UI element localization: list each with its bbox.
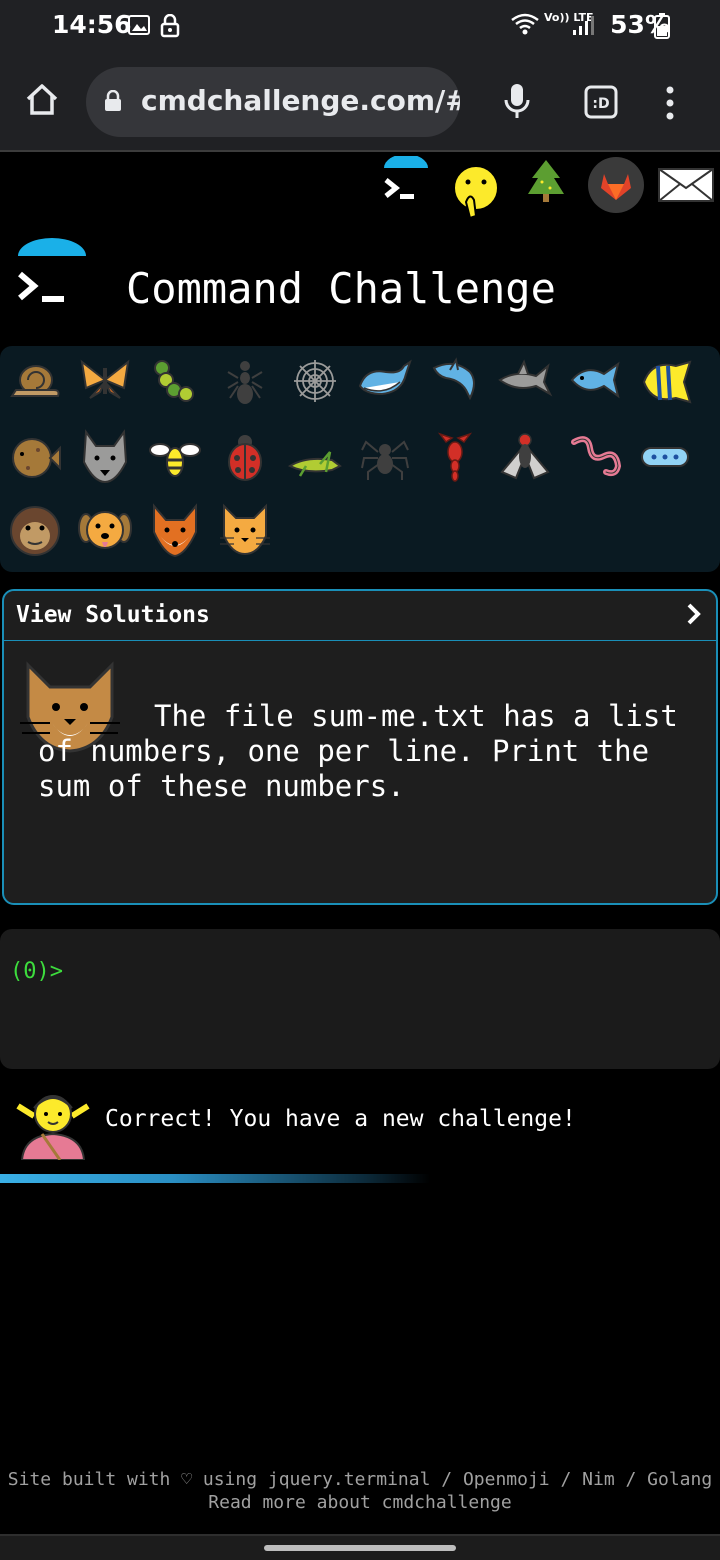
dog-icon[interactable] <box>76 502 134 560</box>
terminal[interactable]: (0)> <box>0 929 720 1069</box>
fish-icon[interactable] <box>566 352 624 410</box>
ladybug-icon[interactable] <box>216 428 274 486</box>
monkey-icon[interactable] <box>6 502 64 560</box>
status-bar: 14:56 Vo)) LTE 53% <box>0 0 720 54</box>
shushing-face-icon[interactable] <box>450 162 502 224</box>
system-nav-bar <box>0 1534 720 1560</box>
result-text: Correct! You have a new challenge! <box>105 1106 576 1132</box>
cricket-icon[interactable] <box>286 428 344 486</box>
fly-icon[interactable] <box>496 428 554 486</box>
lock-icon <box>104 89 122 116</box>
page-title: Command Challenge <box>126 264 556 313</box>
footer-credits[interactable]: Site built with ♡ using jquery.terminal … <box>0 1468 720 1491</box>
pufferfish-icon[interactable] <box>6 428 64 486</box>
spider-web-icon[interactable] <box>286 352 344 410</box>
page-header: Command Challenge <box>0 236 720 336</box>
cat-icon[interactable] <box>216 502 274 560</box>
gitlab-icon[interactable] <box>587 156 645 218</box>
header-links <box>0 154 720 230</box>
terminal-logo-icon[interactable] <box>378 154 434 216</box>
shark-icon[interactable] <box>496 352 554 410</box>
wolf-icon[interactable] <box>76 428 134 486</box>
signal-icon <box>572 14 594 40</box>
home-gesture-handle[interactable] <box>264 1545 456 1551</box>
tab-switcher-icon[interactable]: :D <box>584 85 618 123</box>
mic-icon[interactable] <box>502 82 532 124</box>
svg-text::D: :D <box>592 96 609 112</box>
challenge-description: The file sum-me.txt has a list of number… <box>38 699 678 803</box>
spider-icon[interactable] <box>356 428 414 486</box>
butterfly-icon[interactable] <box>76 352 134 410</box>
snail-icon[interactable] <box>6 352 64 410</box>
caterpillar-icon[interactable] <box>146 352 204 410</box>
wifi-icon <box>510 12 540 40</box>
footer: Site built with ♡ using jquery.terminal … <box>0 1468 720 1514</box>
dolphin-icon[interactable] <box>426 352 484 410</box>
challenge-grid <box>0 346 720 572</box>
ant-icon[interactable] <box>216 352 274 410</box>
tropical-fish-icon[interactable] <box>636 352 694 410</box>
solutions-panel: View Solutions The file sum-me.txt has a… <box>2 589 718 905</box>
microbe-icon[interactable] <box>636 428 694 486</box>
browser-toolbar: cmdchallenge.com/#/ :D <box>0 54 720 152</box>
home-icon[interactable] <box>24 82 60 122</box>
worm-icon[interactable] <box>566 428 624 486</box>
terminal-logo-icon <box>14 238 90 318</box>
more-icon[interactable] <box>664 86 676 124</box>
mail-icon[interactable] <box>658 168 714 206</box>
lock-status-icon <box>160 13 180 42</box>
tree-icon[interactable] <box>524 158 568 210</box>
view-solutions-label: View Solutions <box>16 602 210 628</box>
result-message: Correct! You have a new challenge! <box>0 1084 720 1164</box>
bee-icon[interactable] <box>146 428 204 486</box>
terminal-prompt: (0)> <box>10 959 63 984</box>
view-solutions-toggle[interactable]: View Solutions <box>4 591 716 641</box>
scorpion-icon[interactable] <box>426 428 484 486</box>
elf-icon <box>14 1086 92 1164</box>
chevron-right-icon <box>686 601 702 634</box>
battery-icon <box>654 13 670 43</box>
about-link[interactable]: Read more about cmdchallenge <box>0 1491 720 1514</box>
url-text: cmdchallenge.com/#/ <box>141 84 460 117</box>
image-icon <box>128 14 150 40</box>
fox-icon[interactable] <box>146 502 204 560</box>
whale-icon[interactable] <box>356 352 414 410</box>
progress-bar <box>0 1174 430 1183</box>
status-time: 14:56 <box>52 10 132 39</box>
address-bar[interactable]: cmdchallenge.com/#/ <box>86 67 460 137</box>
